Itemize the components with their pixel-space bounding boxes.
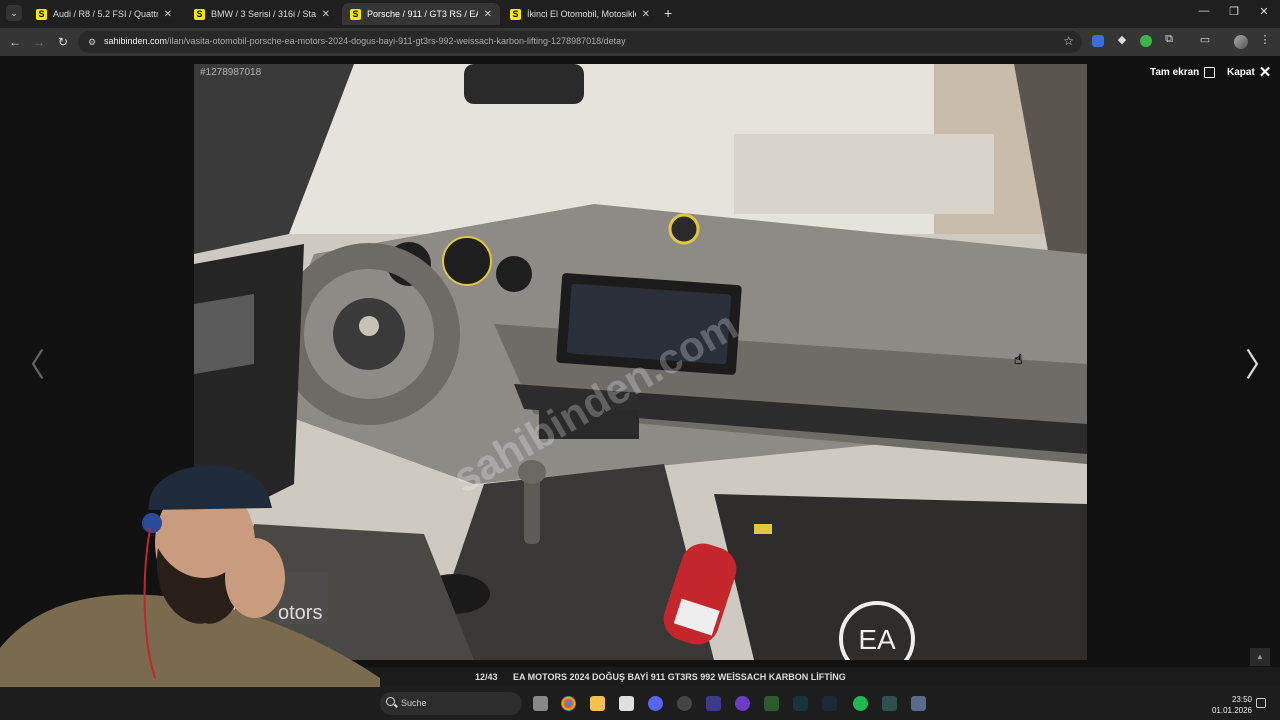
clock-time: 23:50 bbox=[1231, 695, 1252, 704]
previous-image-arrow-icon[interactable]: 〈 bbox=[13, 340, 45, 386]
discord-icon[interactable] bbox=[648, 696, 663, 711]
tab-bmw[interactable]: S BMW / 3 Serisi / 316i / Standart ✕ bbox=[186, 3, 338, 25]
fullscreen-icon bbox=[1204, 67, 1216, 78]
sahibinden-favicon-icon: S bbox=[36, 8, 47, 20]
address-bar[interactable]: ⚙ sahibinden.com/ilan/vasita-otomobil-po… bbox=[78, 31, 1082, 53]
url-text[interactable]: sahibinden.com/ilan/vasita-otomobil-pors… bbox=[104, 36, 626, 46]
notification-icon[interactable] bbox=[1256, 698, 1266, 708]
image-counter: 12/43 bbox=[475, 672, 498, 682]
task-view-icon[interactable] bbox=[533, 696, 548, 711]
reload-icon[interactable]: ↻ bbox=[55, 34, 71, 50]
close-label: Kapat bbox=[1227, 67, 1255, 78]
spotify-icon[interactable] bbox=[853, 696, 868, 711]
webcam-overlay bbox=[0, 448, 380, 720]
scroll-to-top-icon[interactable]: ▲ bbox=[1250, 648, 1270, 666]
tab-ikinci-el[interactable]: S İkinci El Otomobil, Motosiklet Modelle… bbox=[502, 3, 658, 25]
translate-extension-icon[interactable] bbox=[1092, 35, 1104, 47]
sahibinden-favicon-icon: S bbox=[194, 8, 205, 20]
site-info-icon[interactable]: ⚙ bbox=[86, 36, 98, 48]
close-tab-icon[interactable]: ✕ bbox=[164, 9, 172, 20]
sahibinden-favicon-icon: S bbox=[350, 8, 361, 20]
tab-audi[interactable]: S Audi / R8 / 5.2 FSI / Quattro R-Tronic… bbox=[28, 3, 180, 25]
steam-icon[interactable] bbox=[822, 696, 837, 711]
tab-search-button[interactable]: ⌄ bbox=[6, 5, 22, 21]
tab-title: Porsche / 911 / GT3 RS / EA Motors bbox=[367, 9, 478, 19]
app-green-icon[interactable] bbox=[764, 696, 779, 711]
fullscreen-label: Tam ekran bbox=[1150, 67, 1200, 78]
bookmark-star-icon[interactable]: ☆ bbox=[1063, 34, 1074, 48]
svg-text:EA: EA bbox=[858, 624, 896, 655]
windows-taskbar: Suche 23:50 01.01.2026 bbox=[0, 687, 1280, 720]
extension-green-icon[interactable] bbox=[1140, 35, 1152, 47]
listing-number: #1278987018 bbox=[200, 67, 262, 78]
image-caption: EA MOTORS 2024 DOĞUŞ BAYİ 911 GT3RS 992 … bbox=[513, 672, 846, 682]
close-window-icon[interactable]: ✕ bbox=[1256, 5, 1272, 18]
minimize-icon[interactable]: — bbox=[1196, 5, 1212, 17]
next-image-arrow-icon[interactable]: 〉 bbox=[1245, 340, 1277, 386]
sahibinden-favicon-icon: S bbox=[510, 8, 521, 20]
system-clock[interactable]: 23:50 01.01.2026 bbox=[1210, 694, 1252, 716]
obs-icon[interactable] bbox=[677, 696, 692, 711]
tab-title: BMW / 3 Serisi / 316i / Standart bbox=[211, 9, 316, 19]
file-explorer-icon[interactable] bbox=[590, 696, 605, 711]
close-viewer-button[interactable]: Kapat ✕ bbox=[1227, 63, 1272, 81]
close-tab-icon[interactable]: ✕ bbox=[322, 9, 330, 20]
extension-diamond-icon[interactable]: ◆ bbox=[1115, 33, 1129, 46]
close-tab-icon[interactable]: ✕ bbox=[642, 9, 650, 20]
tab-title: Audi / R8 / 5.2 FSI / Quattro R-Tronic bbox=[53, 9, 158, 19]
store-icon[interactable] bbox=[619, 696, 634, 711]
close-icon: ✕ bbox=[1258, 63, 1272, 81]
app-terminal-icon[interactable] bbox=[882, 696, 897, 711]
menu-kebab-icon[interactable]: ⋮ bbox=[1258, 33, 1272, 46]
browser-tab-strip: ⌄ S Audi / R8 / 5.2 FSI / Quattro R-Tron… bbox=[0, 0, 1280, 28]
app-settings-icon[interactable] bbox=[911, 696, 926, 711]
new-tab-button[interactable]: + bbox=[664, 5, 678, 21]
app-purple-icon[interactable] bbox=[735, 696, 750, 711]
close-tab-icon[interactable]: ✕ bbox=[484, 9, 492, 20]
browser-toolbar: ← → ↻ ⚙ sahibinden.com/ilan/vasita-otomo… bbox=[0, 28, 1280, 56]
back-icon[interactable]: ← bbox=[7, 34, 23, 50]
taskbar-search[interactable]: Suche bbox=[380, 692, 522, 715]
forward-icon[interactable]: → bbox=[31, 34, 47, 50]
streamer-webcam-image bbox=[0, 465, 380, 720]
chrome-icon[interactable] bbox=[561, 696, 576, 711]
tab-porsche[interactable]: S Porsche / 911 / GT3 RS / EA Motors ✕ bbox=[342, 3, 500, 25]
app-teal-icon[interactable] bbox=[793, 696, 808, 711]
svg-text:☝: ☝ bbox=[1014, 352, 1023, 368]
clock-date: 01.01.2026 bbox=[1211, 706, 1252, 715]
extensions-puzzle-icon[interactable]: ⧉ bbox=[1162, 33, 1176, 46]
tab-title: İkinci El Otomobil, Motosiklet Modelleri bbox=[527, 9, 636, 19]
url-domain: sahibinden.com bbox=[104, 36, 168, 46]
search-placeholder: Suche bbox=[401, 698, 427, 708]
url-path: /ilan/vasita-otomobil-porsche-ea-motors-… bbox=[167, 36, 626, 46]
restore-icon[interactable]: ❐ bbox=[1226, 5, 1242, 18]
search-icon bbox=[386, 697, 395, 706]
fullscreen-button[interactable]: Tam ekran bbox=[1150, 67, 1216, 78]
profile-avatar[interactable] bbox=[1234, 35, 1248, 49]
cast-icon[interactable]: ▭ bbox=[1198, 33, 1212, 46]
app-diamond-icon[interactable] bbox=[706, 696, 721, 711]
